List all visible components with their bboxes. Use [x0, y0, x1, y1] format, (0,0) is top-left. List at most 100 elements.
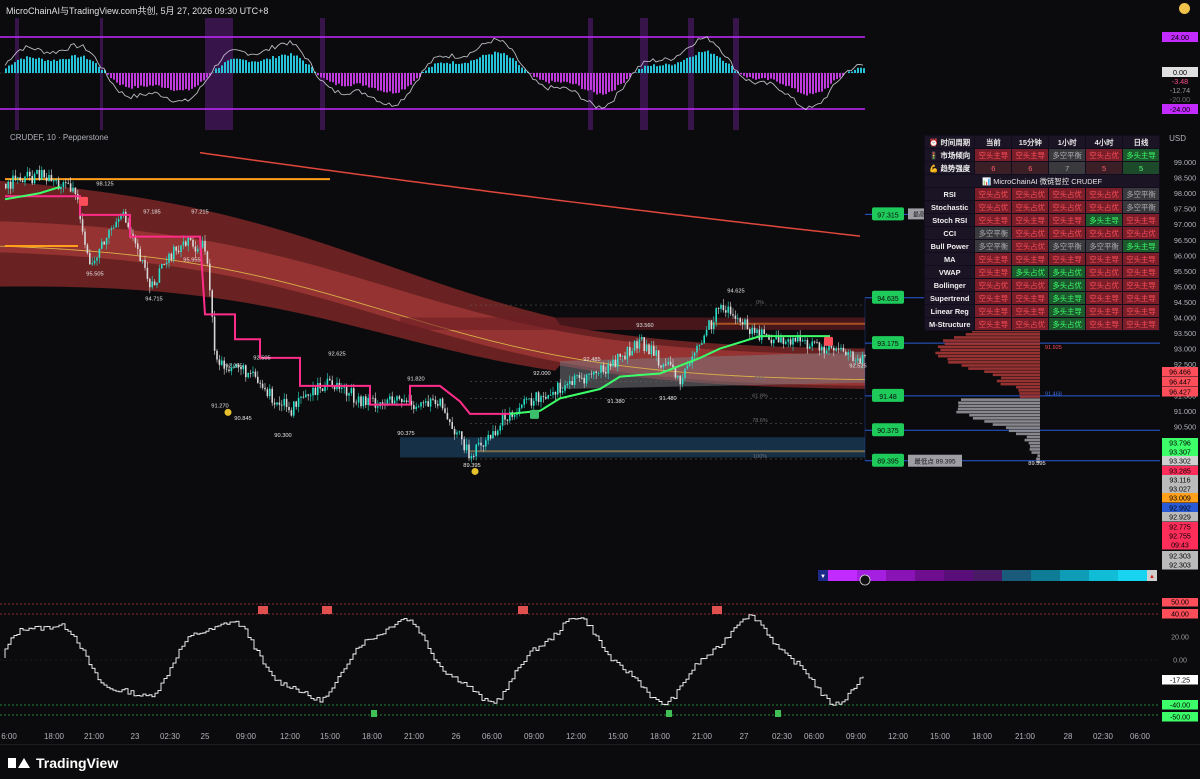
candle-body: [612, 359, 614, 367]
candle-body: [189, 237, 192, 240]
histogram-bar: [68, 58, 70, 73]
histogram-bar: [149, 73, 151, 86]
histogram-bar: [413, 73, 415, 81]
candle-body: [581, 377, 583, 379]
histogram-bar: [797, 73, 799, 93]
price-tag-text: 92.303: [1169, 553, 1191, 561]
volume-profile-bar: [1029, 448, 1040, 451]
bottom-oscillator-pane[interactable]: 50.00 40.00 20.00 0.00 -17.25 -40.00 -50.00: [0, 598, 1200, 728]
bottom-osc-label: 0.00: [1173, 657, 1187, 665]
histogram-bar: [293, 55, 295, 73]
histogram-bar: [722, 60, 724, 73]
candle-body: [441, 398, 444, 409]
table-cell: 空头占优: [1011, 239, 1050, 253]
histogram-bar: [611, 73, 613, 92]
histogram-bar: [833, 73, 835, 81]
candle-body: [761, 329, 763, 340]
candle-body: [475, 444, 477, 457]
histogram-bar: [482, 54, 484, 73]
currency-label[interactable]: USD: [1169, 134, 1186, 143]
table-row-label: Stoch RSI: [923, 213, 976, 227]
table-cell: 多空平衡: [1122, 187, 1160, 201]
histogram-bar: [719, 57, 721, 73]
price-axis-label: 96.000: [1174, 251, 1196, 260]
candle-body: [153, 281, 156, 286]
table-cell: 空头占优: [1011, 187, 1050, 201]
histogram-bar: [791, 73, 793, 88]
candle-body: [708, 320, 710, 330]
candle-body: [295, 401, 297, 407]
candle-body: [818, 342, 821, 351]
histogram-bar: [596, 73, 598, 95]
candle-body: [607, 364, 609, 374]
price-annotation: 91.270: [211, 404, 228, 410]
tradingview-logo[interactable]: TradingView: [8, 755, 118, 771]
histogram-bar: [164, 73, 166, 88]
candle-body: [341, 387, 343, 389]
histogram-bar: [572, 73, 574, 85]
table-cell: 空头占优: [1048, 200, 1087, 214]
histogram-bar: [755, 73, 757, 80]
top-oscillator-pane[interactable]: 24.00 0.00-3.48-12.74-20.00-24.00: [0, 18, 1200, 130]
time-axis-label: 02:30: [1092, 732, 1114, 741]
table-row-label: Stochastic: [923, 200, 976, 214]
candle-body: [626, 347, 629, 360]
candle-body: [854, 360, 857, 362]
candle-body: [300, 396, 302, 398]
volume-profile-bar: [965, 333, 1040, 336]
time-axis-label: 02:30: [771, 732, 793, 741]
volume-profile-bar: [992, 423, 1040, 426]
candle-body: [247, 372, 249, 378]
signal-highlight-band: [640, 18, 648, 130]
volume-profile-bar: [1015, 432, 1040, 436]
histogram-bar: [179, 73, 181, 90]
histogram-bar: [248, 62, 250, 73]
histogram-bar: [836, 73, 838, 80]
candle-body: [372, 397, 374, 399]
candle-body: [492, 431, 494, 439]
candle-body: [557, 382, 559, 395]
volume-profile-bar: [1001, 376, 1040, 380]
histogram-bar: [503, 53, 505, 73]
top-osc-label-v2: -12.74: [1170, 86, 1190, 95]
histogram-bar: [401, 73, 403, 90]
time-axis[interactable]: 6:00 18:00 21:00 23 02:30 25 09:00 12:00 15:00 18…: [0, 728, 1200, 744]
histogram-bar: [134, 73, 136, 87]
candle-body: [177, 250, 180, 253]
histogram-bar: [563, 73, 565, 82]
candle-body: [569, 381, 571, 384]
candle-body: [571, 381, 573, 385]
histogram-bar: [860, 67, 862, 73]
candle-body: [701, 343, 703, 345]
candle-body: [638, 339, 641, 349]
table-cell: 空头主导: [1122, 265, 1160, 279]
candle-body: [353, 388, 355, 403]
table-cell: 4小时: [1085, 135, 1124, 149]
candle-body: [314, 387, 317, 395]
chart-symbol-title[interactable]: CRUDEF, 10 · Pepperstone: [10, 133, 108, 142]
histogram-bar: [95, 63, 97, 73]
table-cell: 7: [1048, 161, 1087, 175]
candle-body: [600, 365, 602, 373]
histogram-bar: [116, 73, 118, 83]
candle-body: [24, 176, 26, 183]
histogram-bar: [560, 73, 562, 83]
histogram-bar: [863, 68, 865, 73]
bottom-osc-label: -40.00: [1170, 702, 1190, 710]
candle-body: [197, 249, 199, 252]
volume-profile-bar: [984, 370, 1040, 373]
price-axis-label: 90.500: [1174, 422, 1196, 431]
candle-body: [444, 408, 446, 413]
histogram-bar: [545, 73, 547, 82]
histogram-bar: [182, 73, 184, 91]
candle-body: [89, 253, 91, 265]
brand-name: TradingView: [36, 755, 119, 771]
candle-body: [293, 401, 295, 416]
candle-body: [828, 345, 830, 351]
time-axis-label: 21:00: [83, 732, 105, 741]
candle-body: [552, 392, 554, 395]
price-annotation: 91.480: [659, 396, 676, 402]
volume-profile-bar: [1029, 445, 1040, 448]
settings-icon[interactable]: [1179, 3, 1190, 14]
footer-bar: TradingView: [0, 744, 1200, 779]
